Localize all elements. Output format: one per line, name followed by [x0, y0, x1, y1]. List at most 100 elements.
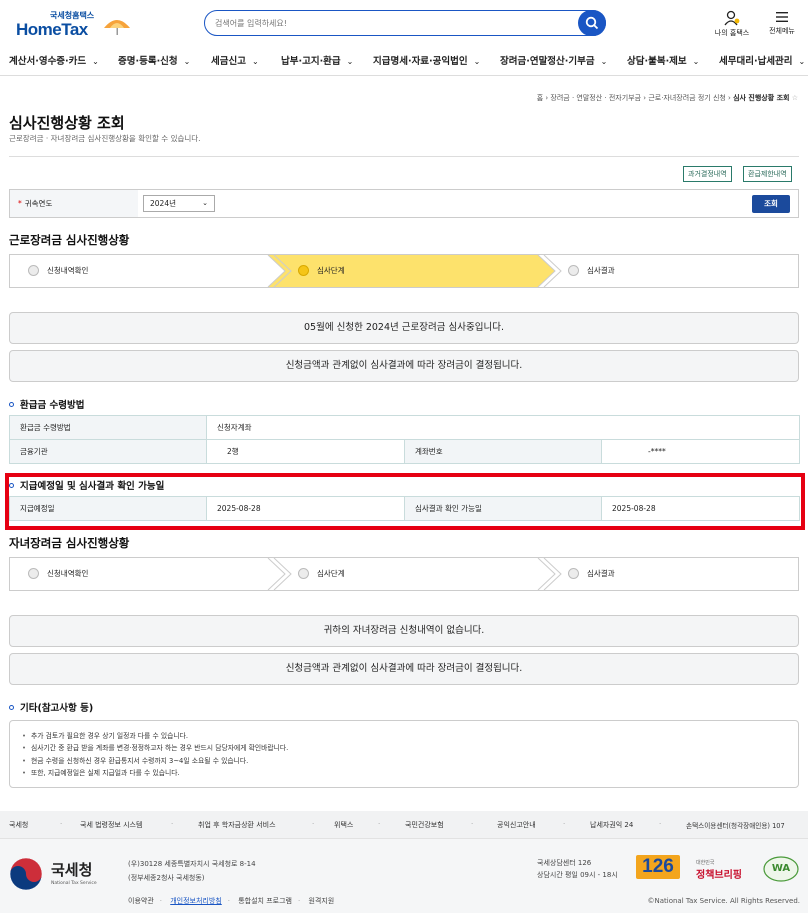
- footer-link[interactable]: 위택스: [334, 820, 353, 830]
- policy-small-text: 대한민국: [696, 860, 715, 866]
- child-status-message: 귀하의 자녀장려금 신청내역이 없습니다.: [9, 615, 799, 647]
- gnb-item-statement[interactable]: 지급명세·자료·공익법인 ⌄: [373, 53, 480, 67]
- gnb-item-consult[interactable]: 상담·불복·제보 ⌄: [627, 53, 699, 67]
- footer-links: 국세청 · 국세 법령정보 시스템 · 취업 후 학자금상환 서비스 · 위택스…: [0, 811, 808, 839]
- required-mark: *: [18, 199, 22, 208]
- table-header-cell: 환급금 수령방법: [9, 415, 207, 440]
- umbrella-icon: [104, 20, 130, 35]
- address: (우)30128 세종특별자치시 국세청로 8-14 (정부세종2청사 국세청동…: [128, 857, 256, 885]
- footer-link[interactable]: 공익신고안내: [497, 820, 536, 830]
- logo-main-text: HomeTax: [16, 20, 88, 39]
- step-dot-icon: [568, 567, 579, 579]
- earned-step-check: 신청내역확인: [28, 255, 88, 287]
- child-steps: 신청내역확인 심사단계 심사결과: [9, 557, 799, 591]
- step-dot-icon: [28, 264, 39, 276]
- call-126-badge: 126: [636, 855, 680, 879]
- past-decisions-button[interactable]: 과거결정내역: [683, 166, 732, 182]
- privacy-link[interactable]: 개인정보처리방침: [170, 897, 222, 905]
- gnb-label: 세금신고: [211, 56, 246, 67]
- breadcrumb: 홈 › 장려금 · 연말정산 · 전자기부금 › 근로·자녀장려금 정기 신청 …: [536, 94, 798, 102]
- main-navigation: 계산서·영수증·카드 ⌄ 증명·등록·신청 ⌄ 세금신고 ⌄ 납부·고지·환급 ⌄ 지급…: [0, 44, 808, 76]
- earned-status-message: 05월에 신청한 2024년 근로장려금 심사중입니다.: [9, 312, 799, 344]
- child-step-check: 신청내역확인: [28, 558, 88, 590]
- step-arrows: [267, 255, 562, 287]
- table-cell: 신청자계좌: [206, 415, 800, 440]
- all-menu-label: 전체메뉴: [769, 27, 795, 35]
- refund-limit-button[interactable]: 환급제한내역: [743, 166, 792, 182]
- chevron-down-icon: ⌄: [798, 57, 806, 66]
- step-label: 심사단계: [317, 569, 345, 578]
- child-info-message: 신청금액과 관계없이 심사결과에 따라 장려금이 결정됩니다.: [9, 653, 799, 685]
- breadcrumb-item[interactable]: 근로·자녀장려금 정기 신청: [648, 94, 726, 102]
- separator: ·: [471, 820, 474, 828]
- step-dot-icon: [28, 567, 39, 579]
- child-section-title: 자녀장려금 심사진행상황: [9, 536, 130, 550]
- table-header-cell: 금융기관: [9, 439, 207, 464]
- my-hometax-label: 나의 홈택스: [714, 29, 750, 37]
- divider: [9, 156, 799, 157]
- copyright: ©National Tax Service. All Rights Reserv…: [647, 897, 800, 905]
- chevron-down-icon: ⌄: [692, 57, 700, 66]
- earned-step-review: 심사단계: [298, 255, 345, 287]
- year-select[interactable]: 2024년 ⌄: [143, 195, 215, 212]
- chevron-down-icon: ⌄: [473, 57, 481, 66]
- chevron-down-icon: ⌄: [202, 199, 208, 207]
- query-button[interactable]: 조회: [752, 195, 790, 213]
- list-item: 추가 검토가 필요한 경우 상기 일정과 다를 수 있습니다.: [22, 730, 798, 742]
- gnb-label: 지급명세·자료·공익법인: [373, 56, 468, 67]
- policy-briefing-logo: 대한민국 정책브리핑: [696, 859, 752, 881]
- gnb-label: 세무대리·납세관리: [719, 56, 793, 67]
- notes-title-text: 기타(참고사항 등): [20, 703, 94, 714]
- hometax-logo[interactable]: 국세청홈택스 HomeTax: [8, 10, 130, 40]
- search-button[interactable]: [578, 10, 606, 36]
- footer-link[interactable]: 국민건강보험: [405, 820, 444, 830]
- wa-mark: WA: [762, 855, 800, 883]
- earned-step-result: 심사결과: [568, 255, 615, 287]
- earned-steps: 신청내역확인 심사단계 심사결과: [9, 254, 799, 288]
- install-link[interactable]: 통합설치 프로그램: [238, 897, 292, 905]
- chevron-down-icon: ⌄: [251, 57, 259, 66]
- footer-link[interactable]: 취업 후 학자금상환 서비스: [198, 820, 276, 830]
- step-label: 심사결과: [587, 266, 615, 275]
- page-description: 근로장려금 · 자녀장려금 심사진행상황을 확인할 수 있습니다.: [9, 134, 201, 143]
- breadcrumb-home[interactable]: 홈: [537, 94, 543, 102]
- my-hometax-button[interactable]: 나의 홈택스: [712, 10, 752, 38]
- bottom-links: 이용약관 · 개인정보처리방침 · 통합설치 프로그램 · 원격지원: [128, 897, 335, 905]
- footer-link[interactable]: 국세 법령정보 시스템: [80, 820, 142, 830]
- footer-link[interactable]: 납세자권익 24: [590, 820, 633, 830]
- child-step-review: 심사단계: [298, 558, 345, 590]
- year-select-value: 2024년: [150, 199, 176, 208]
- search-input[interactable]: [215, 15, 575, 31]
- step-label: 신청내역확인: [47, 569, 89, 578]
- gnb-item-tax-return[interactable]: 세금신고 ⌄: [211, 53, 259, 67]
- separator: ·: [312, 820, 315, 828]
- terms-link[interactable]: 이용약관: [128, 897, 154, 905]
- gnb-item-payment[interactable]: 납부·고지·환급 ⌄: [281, 53, 353, 67]
- highlight-box: [5, 473, 805, 530]
- breadcrumb-item[interactable]: 장려금 · 연말정산 · 전자기부금: [550, 94, 641, 102]
- all-menu-button[interactable]: 전체메뉴: [762, 10, 802, 36]
- step-dot-icon: [298, 567, 309, 579]
- favorite-star-icon[interactable]: ☆: [792, 94, 798, 102]
- notes-box: 추가 검토가 필요한 경우 상기 일정과 다를 수 있습니다. 심사기간 중 환…: [9, 720, 799, 788]
- gnb-item-agent[interactable]: 세무대리·납세관리 ⌄: [719, 53, 805, 67]
- refund-section-title: 환급금 수령방법: [9, 397, 85, 411]
- footer-link[interactable]: 손택스이용센터(청각장애인용) 107: [686, 820, 785, 830]
- list-item: 또한, 지급예정일은 실제 지급일과 다를 수 있습니다.: [22, 767, 798, 779]
- step-label: 심사결과: [587, 569, 615, 578]
- search-box: [204, 10, 606, 36]
- hamburger-icon: [776, 12, 788, 22]
- gnb-item-certificate[interactable]: 증명·등록·신청 ⌄: [118, 53, 190, 67]
- remote-support-link[interactable]: 원격지원: [308, 897, 334, 905]
- step-label: 신청내역확인: [47, 266, 89, 275]
- gnb-label: 상담·불복·제보: [627, 56, 687, 67]
- table-row: 금융기관 2행 계좌번호 -****: [9, 439, 800, 464]
- gnb-item-incentive[interactable]: 장려금·연말정산·기부금 ⌄: [500, 53, 607, 67]
- year-label: * 귀속연도: [10, 190, 138, 217]
- separator: ·: [60, 820, 63, 828]
- gnb-label: 계산서·영수증·카드: [9, 56, 87, 67]
- refund-table: 환급금 수령방법 신청자계좌 금융기관 2행 계좌번호 -****: [9, 415, 800, 464]
- filter-bar: * 귀속연도 2024년 ⌄ 조회: [9, 189, 799, 218]
- gnb-item-invoice[interactable]: 계산서·영수증·카드 ⌄: [9, 53, 99, 67]
- footer-link[interactable]: 국세청: [9, 820, 28, 830]
